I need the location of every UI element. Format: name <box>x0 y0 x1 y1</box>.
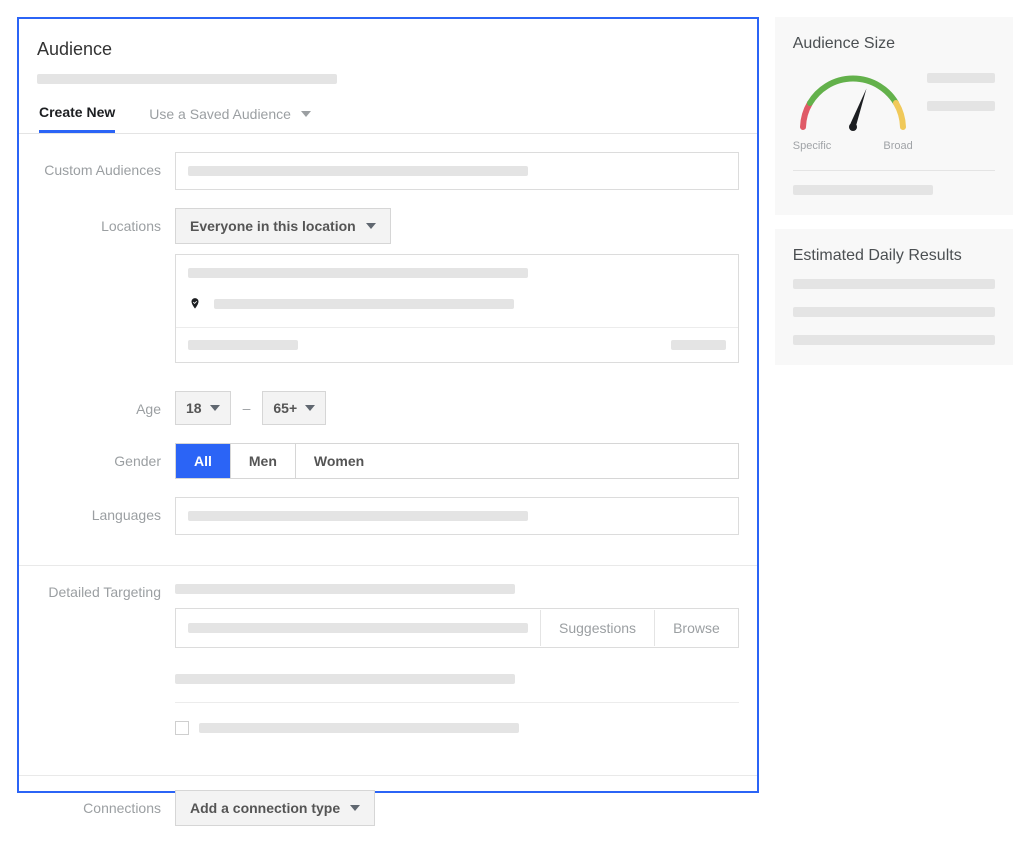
chevron-down-icon <box>210 405 220 411</box>
row-age: Age 18 – 65+ <box>37 391 739 425</box>
label-locations: Locations <box>37 208 175 234</box>
location-summary-placeholder <box>188 268 528 278</box>
suggestions-button[interactable]: Suggestions <box>540 610 654 646</box>
connections-select-value: Add a connection type <box>190 800 340 816</box>
age-range-separator: – <box>243 400 251 416</box>
estimated-line-1 <box>793 279 995 289</box>
estimated-results-panel: Estimated Daily Results <box>775 229 1013 365</box>
location-scope-select[interactable]: Everyone in this location <box>175 208 391 244</box>
label-connections: Connections <box>37 790 175 816</box>
location-footer-left-placeholder[interactable] <box>188 340 298 350</box>
row-gender: Gender All Men Women <box>37 443 739 479</box>
gender-men-button[interactable]: Men <box>230 444 295 478</box>
detailed-targeting-input-group: Suggestions Browse <box>175 608 739 648</box>
audience-size-line-1 <box>927 73 995 83</box>
row-custom-audiences: Custom Audiences <box>37 152 739 190</box>
connections-section: Connections Add a connection type <box>19 775 757 848</box>
age-max-value: 65+ <box>273 400 297 416</box>
detailed-targeting-note-placeholder <box>175 674 515 684</box>
label-custom-audiences: Custom Audiences <box>37 152 175 178</box>
tabs: Create New Use a Saved Audience <box>19 104 757 134</box>
label-gender: Gender <box>37 443 175 469</box>
connections-select[interactable]: Add a connection type <box>175 790 375 826</box>
audience-size-title: Audience Size <box>793 35 995 53</box>
separator <box>793 170 995 171</box>
location-footer <box>176 328 738 362</box>
row-languages: Languages <box>37 497 739 535</box>
row-connections: Connections Add a connection type <box>37 790 739 826</box>
expand-targeting-checkbox[interactable] <box>175 721 189 735</box>
detailed-targeting-section: Detailed Targeting Suggestions Browse <box>19 565 757 775</box>
tab-create-new[interactable]: Create New <box>39 104 115 133</box>
location-item[interactable] <box>176 291 738 328</box>
age-min-select[interactable]: 18 <box>175 391 231 425</box>
separator <box>175 702 739 703</box>
audience-size-gauge: Specific Broad <box>793 67 913 152</box>
gender-women-button[interactable]: Women <box>295 444 382 478</box>
location-name-placeholder <box>214 299 514 309</box>
gauge-broad-label: Broad <box>883 140 912 152</box>
estimated-results-title: Estimated Daily Results <box>793 247 995 265</box>
estimated-line-2 <box>793 307 995 317</box>
panel-header: Audience <box>19 19 757 84</box>
audience-size-line-2 <box>927 101 995 111</box>
input-placeholder <box>188 623 528 633</box>
detailed-targeting-input[interactable] <box>176 610 540 646</box>
gauge-needle-icon <box>849 87 866 131</box>
gauge-specific-label: Specific <box>793 140 832 152</box>
label-detailed-targeting: Detailed Targeting <box>37 584 175 600</box>
map-pin-icon <box>188 295 202 313</box>
browse-button[interactable]: Browse <box>654 610 738 646</box>
age-min-value: 18 <box>186 400 202 416</box>
audience-panel: Audience Create New Use a Saved Audience… <box>17 17 759 793</box>
locations-editor <box>175 254 739 363</box>
subtitle-placeholder <box>37 74 337 84</box>
audience-size-footer-placeholder <box>793 185 933 195</box>
chevron-down-icon <box>301 111 311 117</box>
checkbox-label-placeholder <box>199 723 519 733</box>
row-detailed-targeting: Detailed Targeting Suggestions Browse <box>37 584 739 735</box>
input-placeholder <box>188 166 528 176</box>
custom-audiences-input[interactable] <box>175 152 739 190</box>
expand-checkbox-row <box>175 721 739 735</box>
location-scope-value: Everyone in this location <box>190 218 356 234</box>
gauge-green-arc <box>810 79 896 103</box>
gauge-yellow-arc <box>896 103 903 127</box>
row-locations: Locations Everyone in this location <box>37 208 739 363</box>
gender-toggle: All Men Women <box>175 443 739 479</box>
location-footer-right-placeholder[interactable] <box>671 340 726 350</box>
basic-targeting-section: Custom Audiences Locations Everyone in t… <box>19 134 757 565</box>
label-age: Age <box>37 391 175 417</box>
age-range-group: 18 – 65+ <box>175 391 739 425</box>
input-placeholder <box>188 511 528 521</box>
tab-use-saved-audience[interactable]: Use a Saved Audience <box>149 106 311 132</box>
panel-title: Audience <box>37 39 739 60</box>
gauge-red-arc <box>803 103 810 127</box>
languages-input[interactable] <box>175 497 739 535</box>
chevron-down-icon <box>350 805 360 811</box>
audience-size-panel: Audience Size Specific Broad <box>775 17 1013 215</box>
estimated-line-3 <box>793 335 995 345</box>
tab-saved-label: Use a Saved Audience <box>149 106 291 122</box>
age-max-select[interactable]: 65+ <box>262 391 326 425</box>
gender-all-button[interactable]: All <box>176 444 230 478</box>
detailed-targeting-subtitle-placeholder <box>175 584 515 594</box>
chevron-down-icon <box>366 223 376 229</box>
chevron-down-icon <box>305 405 315 411</box>
label-languages: Languages <box>37 497 175 523</box>
side-column: Audience Size Specific Broad <box>775 17 1013 793</box>
